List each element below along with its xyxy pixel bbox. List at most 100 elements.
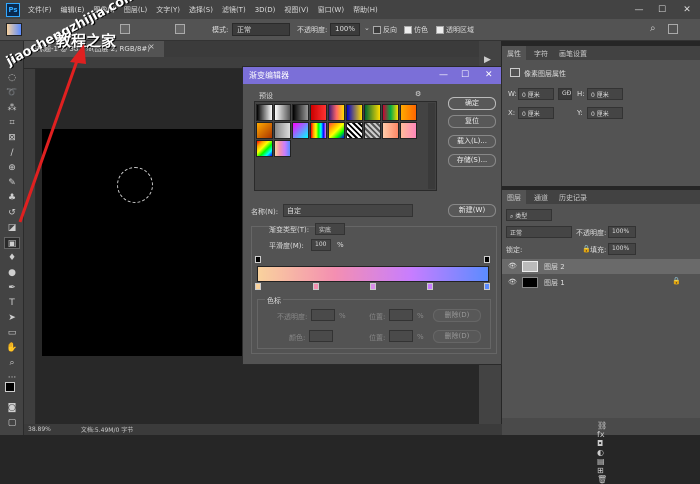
zoom-level[interactable]: 38.89% <box>28 426 51 433</box>
tab-brush-settings[interactable]: 画笔设置 <box>554 46 592 60</box>
layer-row-1[interactable]: 👁 图层 1 🔒 <box>502 275 700 290</box>
layer-row-2[interactable]: 👁 图层 2 <box>502 259 700 274</box>
color-stop-label: 色标 <box>265 296 283 306</box>
preset-swatch[interactable] <box>382 104 399 121</box>
play-icon[interactable]: ▶ <box>484 55 491 65</box>
tab-channels[interactable]: 通道 <box>529 190 553 204</box>
layer-thumbnail <box>522 277 538 288</box>
y-field[interactable]: 0 厘米 <box>587 107 623 119</box>
delete-color-stop-button[interactable]: 删除(D) <box>433 330 481 343</box>
stop-color-swatch[interactable] <box>309 330 333 342</box>
gradient-bar[interactable] <box>257 266 489 282</box>
layer-filter-value: 类型 <box>515 213 528 220</box>
preset-swatch[interactable] <box>346 104 363 121</box>
preset-swatch[interactable] <box>274 122 291 139</box>
eye-icon[interactable]: 👁 <box>508 278 517 286</box>
preset-swatch[interactable] <box>310 104 327 121</box>
properties-kind: 像素图层属性 <box>524 70 566 78</box>
layer-filter-select[interactable]: ⌕ 类型 <box>506 209 552 221</box>
opacity-stop-right[interactable] <box>484 256 490 263</box>
tab-character[interactable]: 字符 <box>529 46 553 60</box>
properties-panel: 属性 字符 画笔设置 像素图层属性 W: 0 厘米 GĐ H: 0 厘米 X: … <box>502 46 700 186</box>
name-input[interactable]: 自定 <box>283 204 413 217</box>
ok-button[interactable]: 确定 <box>448 97 496 110</box>
preset-swatch[interactable] <box>310 122 327 139</box>
mask-icon[interactable]: ◘ <box>597 439 603 448</box>
color-stop[interactable] <box>484 283 490 290</box>
blend-mode-select[interactable]: 正常 <box>506 226 572 238</box>
layer-name[interactable]: 图层 1 <box>544 278 565 288</box>
preset-swatch[interactable] <box>400 122 417 139</box>
lock-icon: 🔒 <box>672 277 681 285</box>
stop-opacity-input[interactable] <box>311 309 335 321</box>
layer-opacity-input[interactable]: 100% <box>608 226 636 238</box>
color-stop[interactable] <box>370 283 376 290</box>
opacity-location-input[interactable] <box>389 309 413 321</box>
link-layers-icon[interactable]: ⛓ <box>597 421 607 430</box>
color-location-percent: % <box>417 333 424 341</box>
arrow-head <box>70 44 86 64</box>
lock-label: 锁定: <box>506 246 523 254</box>
gradient-type-select[interactable]: 实底 <box>315 223 345 235</box>
preset-swatch[interactable] <box>274 140 291 157</box>
preset-swatch[interactable] <box>256 104 273 121</box>
gear-icon[interactable]: ⚙ <box>415 90 421 98</box>
status-bar: 38.89% 文档:5.49M/0 字节 <box>24 424 504 435</box>
opacity-stop-left[interactable] <box>255 256 261 263</box>
x-field[interactable]: 0 厘米 <box>518 107 554 119</box>
link-icon[interactable]: GĐ <box>558 88 572 100</box>
folder-icon[interactable]: ▤ <box>597 457 605 466</box>
smoothness-input[interactable]: 100 <box>311 239 331 251</box>
y-label: Y: <box>577 109 583 117</box>
tab-layers[interactable]: 图层 <box>502 190 526 204</box>
preset-swatch[interactable] <box>382 122 399 139</box>
color-stop[interactable] <box>427 283 433 290</box>
layer-thumbnail <box>522 261 538 272</box>
opacity-location-label: 位置: <box>369 313 386 321</box>
save-button[interactable]: 存储(S)... <box>448 154 496 167</box>
load-button[interactable]: 载入(L)... <box>448 135 496 148</box>
preset-swatch[interactable] <box>292 104 309 121</box>
fill-input[interactable]: 100% <box>608 243 636 255</box>
new-button[interactable]: 新建(W) <box>448 204 496 217</box>
color-stop[interactable] <box>255 283 261 290</box>
x-label: X: <box>508 109 516 117</box>
preset-swatch[interactable] <box>328 104 345 121</box>
preset-swatch[interactable] <box>328 122 345 139</box>
adjustment-icon[interactable]: ◐ <box>597 448 604 457</box>
new-layer-icon[interactable]: ⊞ <box>597 466 604 475</box>
preset-swatch[interactable] <box>292 122 309 139</box>
h-field[interactable]: 0 厘米 <box>587 88 623 100</box>
preset-swatch[interactable] <box>274 104 291 121</box>
presets-scrollbar[interactable] <box>428 103 435 189</box>
trash-icon[interactable]: 🗑 <box>597 475 607 484</box>
tab-properties[interactable]: 属性 <box>502 46 526 60</box>
fill-label: 填充: <box>590 246 607 254</box>
reset-button[interactable]: 复位 <box>448 115 496 128</box>
smoothness-label: 平滑度(M): <box>269 242 304 250</box>
arrow-line <box>18 57 80 223</box>
stop-color-label: 颜色: <box>289 334 306 342</box>
name-label: 名称(N): <box>251 208 279 216</box>
color-stop[interactable] <box>313 283 319 290</box>
w-field[interactable]: 0 厘米 <box>518 88 554 100</box>
opacity-location-percent: % <box>417 312 424 320</box>
preset-swatch[interactable] <box>364 122 381 139</box>
layers-footer: ⛓ fx ◘ ◐ ▤ ⊞ 🗑 <box>502 418 700 484</box>
minimize-icon[interactable]: — <box>439 70 448 80</box>
layer-name[interactable]: 图层 2 <box>544 262 565 272</box>
close-icon[interactable]: ✕ <box>485 70 493 80</box>
preset-swatch[interactable] <box>256 140 273 157</box>
color-location-input[interactable] <box>389 330 413 342</box>
preset-swatch[interactable] <box>346 122 363 139</box>
preset-swatch[interactable] <box>364 104 381 121</box>
layer-opacity-label: 不透明度: <box>576 229 607 237</box>
maximize-icon[interactable]: ☐ <box>461 70 469 80</box>
delete-opacity-stop-button[interactable]: 删除(D) <box>433 309 481 322</box>
tab-history[interactable]: 历史记录 <box>554 190 592 204</box>
h-label: H: <box>577 90 585 98</box>
preset-swatch[interactable] <box>400 104 417 121</box>
smoothness-percent: % <box>337 241 344 249</box>
preset-swatch[interactable] <box>256 122 273 139</box>
eye-icon[interactable]: 👁 <box>508 262 517 270</box>
